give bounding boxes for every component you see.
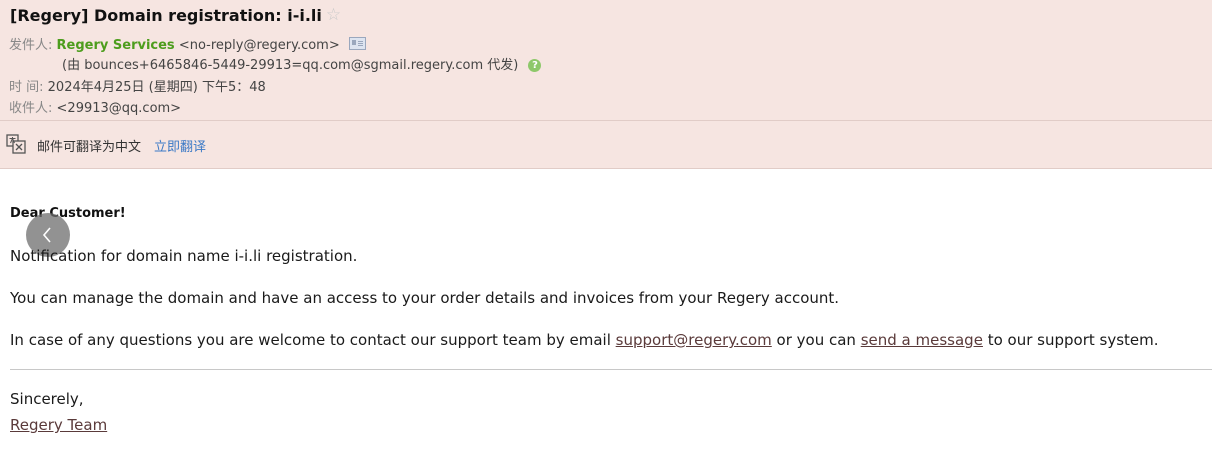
from-label: 发件人:	[9, 38, 53, 53]
to-row: 收件人: <29913@qq.com>	[9, 97, 181, 116]
signature: Regery Team	[10, 416, 107, 434]
sender-email[interactable]: <no-reply@regery.com>	[179, 38, 340, 53]
paragraph-3-text-b: or you can	[771, 331, 861, 349]
email-subject: [Regery] Domain registration: i-i.li ☆	[10, 5, 341, 25]
paragraph-3: In case of any questions you are welcome…	[10, 331, 1159, 349]
proxy-row: (由 bounces+6465846-5449-29913=qq.com@sgm…	[62, 54, 542, 73]
paragraph-2: You can manage the domain and have an ac…	[10, 289, 840, 307]
send-message-link[interactable]: send a message	[861, 331, 983, 349]
chevron-left-icon	[42, 227, 51, 243]
subject-text: [Regery] Domain registration: i-i.li	[10, 5, 322, 25]
email-header: [Regery] Domain registration: i-i.li ☆ 发…	[0, 0, 1212, 120]
greeting: Dear Customer!	[10, 206, 126, 221]
star-icon[interactable]: ☆	[326, 5, 341, 25]
proxy-text: (由 bounces+6465846-5449-29913=qq.com@sgm…	[62, 58, 519, 73]
to-value[interactable]: <29913@qq.com>	[57, 101, 182, 116]
sign-off: Sincerely,	[10, 390, 84, 408]
paragraph-3-text-a: In case of any questions you are welcome…	[10, 331, 616, 349]
paragraph-3-text-c: to our support system.	[982, 331, 1159, 349]
time-row: 时 间: 2024年4月25日 (星期四) 下午5：48	[9, 76, 266, 95]
paragraph-1: Notification for domain name i-i.li regi…	[10, 247, 358, 265]
divider	[10, 369, 1212, 370]
sender-name[interactable]: Regery Services	[57, 38, 175, 53]
translate-bar: 邮件可翻译为中文 立即翻译	[0, 120, 1212, 169]
translate-prompt: 邮件可翻译为中文	[37, 140, 142, 155]
regery-team-link[interactable]: Regery Team	[10, 416, 107, 434]
support-email-link[interactable]: support@regery.com	[616, 331, 772, 349]
contact-card-icon[interactable]	[348, 37, 366, 50]
time-value: 2024年4月25日 (星期四) 下午5：48	[47, 80, 266, 95]
email-body: Dear Customer! Notification for domain n…	[0, 169, 1212, 458]
help-icon[interactable]: ?	[528, 59, 542, 72]
time-label: 时 间:	[9, 80, 44, 95]
from-row: 发件人: Regery Services <no-reply@regery.co…	[9, 34, 366, 53]
translate-icon	[6, 134, 26, 154]
to-label: 收件人:	[9, 101, 53, 116]
translate-now-link[interactable]: 立即翻译	[154, 136, 206, 155]
